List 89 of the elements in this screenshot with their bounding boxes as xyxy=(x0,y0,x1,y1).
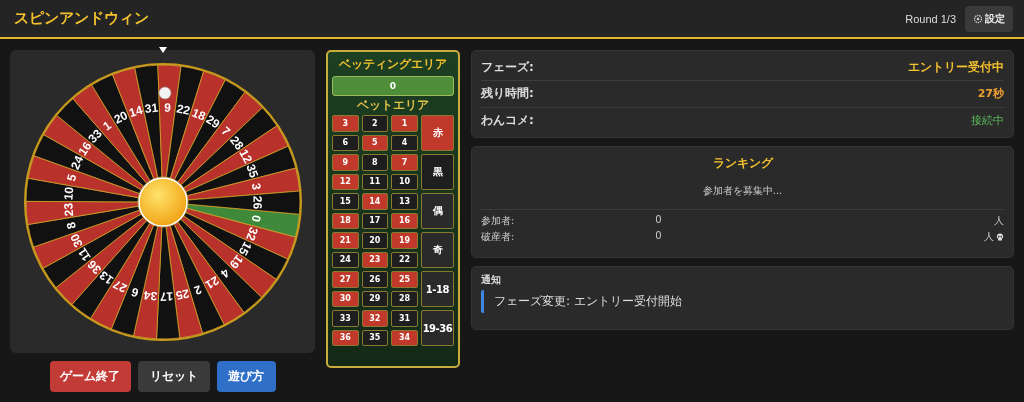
status-label: 残り時間: xyxy=(481,85,534,103)
stat-value: 0 xyxy=(655,214,663,227)
number-bet-button[interactable]: 1 xyxy=(391,115,418,132)
wheel-number: 31 xyxy=(143,99,159,116)
gear-icon xyxy=(973,13,983,24)
number-bet-button[interactable]: 23 xyxy=(361,251,389,268)
stat-unit: 人 xyxy=(994,214,1004,228)
number-bet-button[interactable]: 15 xyxy=(332,193,359,210)
wheel-number: 6 xyxy=(129,284,140,300)
status-value: 接続中 xyxy=(971,112,1004,128)
number-bet-button[interactable]: 5 xyxy=(361,134,389,151)
ranking-title: ランキング xyxy=(711,155,775,172)
wheel-number: 25 xyxy=(174,285,190,303)
number-bet-button[interactable]: 6 xyxy=(332,134,359,151)
number-bet-button[interactable]: 22 xyxy=(391,251,418,268)
wheel-number: 8 xyxy=(63,219,79,230)
notification-title: 通知 xyxy=(481,273,502,287)
number-bet-button[interactable]: 34 xyxy=(391,329,418,346)
number-bet-button[interactable]: 3 xyxy=(332,115,359,132)
wheel-number: 3 xyxy=(248,181,264,191)
stat-value: 0 xyxy=(655,230,663,243)
number-bet-button[interactable]: 27 xyxy=(332,271,359,288)
wheel-number: 17 xyxy=(159,288,173,304)
number-bet-button[interactable]: 30 xyxy=(332,290,359,307)
number-bet-button[interactable]: 17 xyxy=(361,212,389,229)
wheel-number: 34 xyxy=(142,287,158,304)
settings-button[interactable]: 設定 xyxy=(965,5,1013,32)
app-title: スピンアンドウィン xyxy=(14,9,149,28)
number-bet-button[interactable]: 29 xyxy=(361,290,389,307)
number-bet-button[interactable]: 33 xyxy=(332,310,359,327)
outside-bet-button[interactable]: 19-36 xyxy=(420,310,454,346)
status-label: わんコメ: xyxy=(481,111,534,129)
outside-bet-button[interactable]: 黒 xyxy=(420,154,454,190)
number-bet-button[interactable]: 26 xyxy=(361,271,389,288)
number-bet-button[interactable]: 14 xyxy=(361,193,389,210)
action-button[interactable]: ゲーム終了 xyxy=(49,361,131,392)
status-value: 27秒 xyxy=(977,86,1004,102)
outside-bet-button[interactable]: 赤 xyxy=(420,115,454,151)
number-bet-button[interactable]: 11 xyxy=(361,173,389,190)
outside-bet-button[interactable]: 偶 xyxy=(420,193,454,229)
number-bet-button[interactable]: 2 xyxy=(361,115,389,132)
wheel-number: 0 xyxy=(248,213,264,223)
action-button[interactable]: 遊び方 xyxy=(216,361,276,392)
number-bet-button[interactable]: 32 xyxy=(361,310,389,327)
number-bet-button[interactable]: 10 xyxy=(391,173,418,190)
wheel-number: 10 xyxy=(60,185,76,201)
number-bet-button[interactable]: 18 xyxy=(332,212,359,229)
number-bet-button[interactable]: 28 xyxy=(391,290,418,307)
betting-title: ベッティングエリア xyxy=(338,56,448,73)
wheel-hub xyxy=(137,176,188,227)
ball xyxy=(158,86,171,99)
wheel-number: 9 xyxy=(163,99,171,115)
skull-icon xyxy=(996,233,1004,241)
number-bet-button[interactable]: 13 xyxy=(391,193,418,210)
bet-area-label: ベットエリア xyxy=(356,97,430,114)
outside-bet-button[interactable]: 奇 xyxy=(420,232,454,268)
number-bet-button[interactable]: 19 xyxy=(391,232,418,249)
wheel-number: 7 xyxy=(218,123,233,139)
round-counter: Round 1/3 xyxy=(905,12,956,25)
ranking-message: 参加者を募集中... xyxy=(701,184,784,198)
number-bet-button[interactable]: 21 xyxy=(332,232,359,249)
wheel-number: 1 xyxy=(99,117,114,133)
wheel-number: 22 xyxy=(174,100,191,118)
number-bet-button[interactable]: 35 xyxy=(361,329,389,346)
number-bet-button[interactable]: 20 xyxy=(361,232,389,249)
wheel-number: 23 xyxy=(60,201,76,217)
status-value: エントリー受付中 xyxy=(908,59,1004,77)
wheel-number: 2 xyxy=(191,281,203,298)
zero-bet-button[interactable]: 0 xyxy=(332,76,454,96)
stat-unit: 人 xyxy=(984,230,994,244)
wheel-number: 26 xyxy=(250,195,265,209)
number-bet-button[interactable]: 24 xyxy=(332,251,359,268)
number-bet-button[interactable]: 7 xyxy=(391,154,418,171)
stat-label: 参加者: xyxy=(481,214,516,228)
notification-item: フェーズ変更: エントリー受付開始 xyxy=(481,290,1004,313)
stat-label: 破産者: xyxy=(481,230,516,244)
number-bet-button[interactable]: 12 xyxy=(332,173,359,190)
wheel-number: 5 xyxy=(63,172,79,183)
status-label: フェーズ: xyxy=(481,59,534,77)
number-bet-button[interactable]: 16 xyxy=(391,212,418,229)
number-bet-button[interactable]: 25 xyxy=(391,271,418,288)
action-button[interactable]: リセット xyxy=(137,361,210,392)
number-bet-button[interactable]: 8 xyxy=(361,154,389,171)
number-bet-button[interactable]: 4 xyxy=(391,134,418,151)
number-bet-button[interactable]: 36 xyxy=(332,329,359,346)
number-bet-button[interactable]: 31 xyxy=(391,310,418,327)
outside-bet-button[interactable]: 1-18 xyxy=(420,271,454,307)
number-bet-button[interactable]: 9 xyxy=(332,154,359,171)
pointer-icon xyxy=(159,47,167,53)
